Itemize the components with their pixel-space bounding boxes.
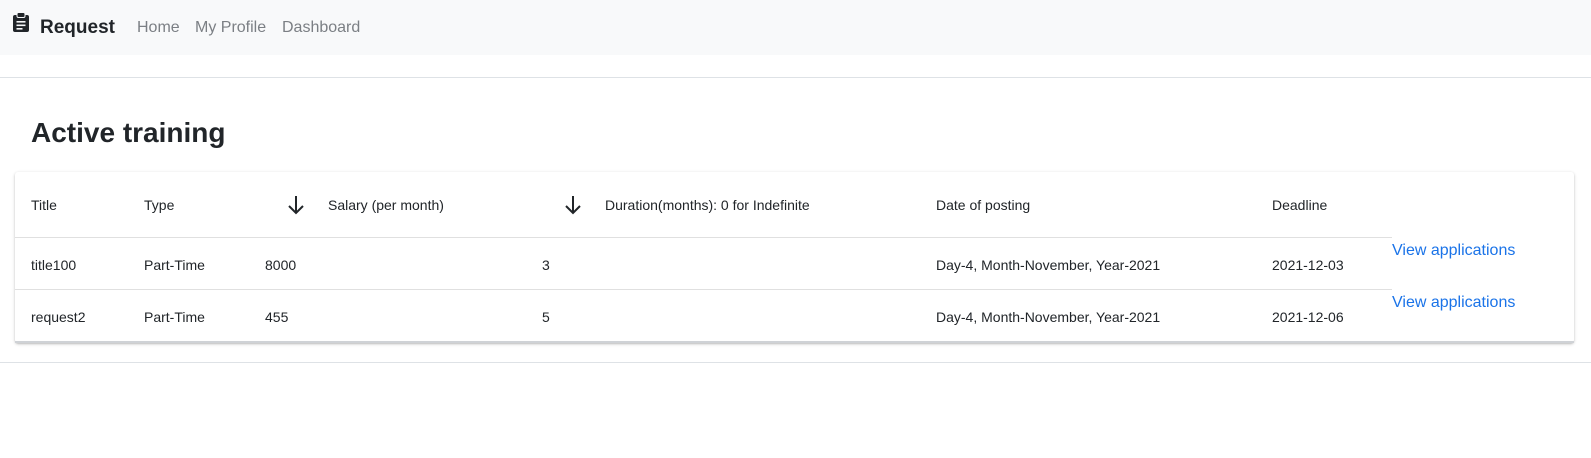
cell-type: Part-Time	[144, 309, 205, 325]
row-divider	[15, 289, 1392, 290]
cell-salary: 455	[265, 309, 289, 325]
cell-duration: 3	[542, 257, 550, 273]
column-header-type: Type	[144, 197, 175, 213]
cell-date-of-posting: Day-4, Month-November, Year-2021	[936, 309, 1161, 325]
cell-salary: 8000	[265, 257, 297, 273]
table-bottom-border	[15, 341, 1574, 343]
header-row-divider	[15, 237, 1392, 238]
cell-title: request2	[31, 309, 86, 325]
cell-duration: 5	[542, 309, 550, 325]
cell-title: title100	[31, 257, 77, 273]
column-header-salary[interactable]: Salary (per month)	[328, 197, 444, 213]
nav-link-dashboard[interactable]: Dashboard	[282, 19, 360, 37]
column-header-duration[interactable]: Duration(months): 0 for Indefinite	[605, 197, 810, 213]
view-applications-link[interactable]: View applications	[1392, 294, 1515, 312]
arrow-down-icon[interactable]	[563, 194, 583, 216]
cell-type: Part-Time	[144, 257, 205, 273]
arrow-down-icon[interactable]	[286, 194, 306, 216]
page-title: Active training	[31, 117, 226, 148]
column-header-title: Title	[31, 197, 57, 213]
column-header-date-of-posting: Date of posting	[936, 197, 1031, 213]
cell-date-of-posting: Day-4, Month-November, Year-2021	[936, 257, 1161, 273]
cell-deadline: 2021-12-06	[1272, 309, 1344, 325]
divider-top	[0, 77, 1591, 78]
cell-deadline: 2021-12-03	[1272, 257, 1344, 273]
divider-bottom	[0, 362, 1591, 363]
clipboard-icon[interactable]	[12, 12, 30, 32]
navbar: Request Home My Profile Dashboard	[0, 0, 1591, 55]
nav-link-home[interactable]: Home	[137, 19, 180, 37]
column-header-deadline: Deadline	[1272, 197, 1328, 213]
nav-link-my-profile[interactable]: My Profile	[195, 19, 266, 37]
view-applications-link[interactable]: View applications	[1392, 242, 1515, 260]
brand-link[interactable]: Request	[40, 17, 115, 39]
